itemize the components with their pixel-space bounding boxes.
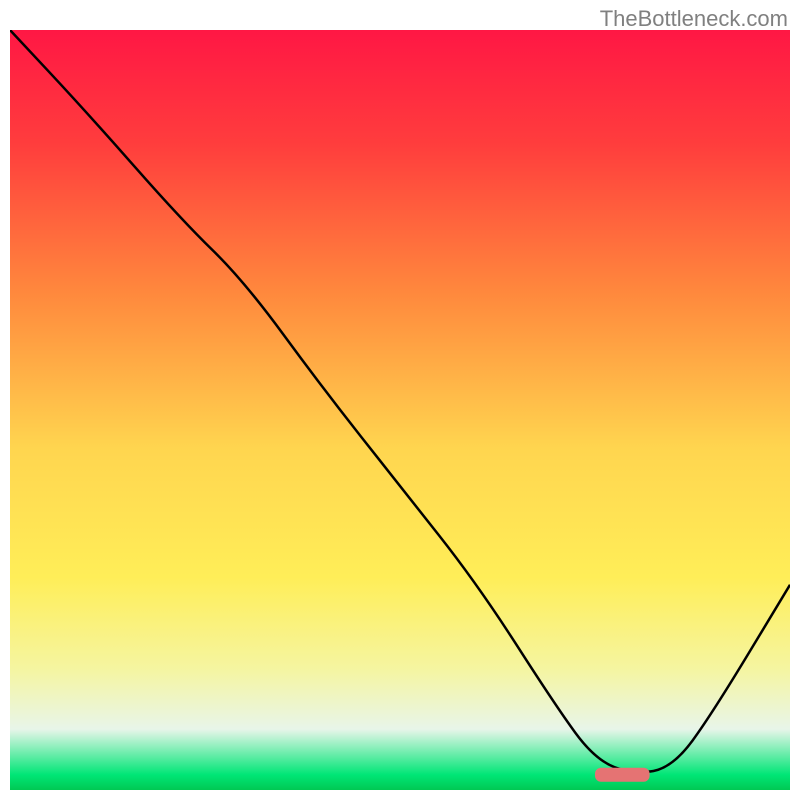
optimal-marker	[595, 768, 650, 782]
watermark-text: TheBottleneck.com	[600, 6, 788, 32]
chart-background	[10, 30, 790, 790]
bottleneck-chart	[10, 30, 790, 790]
chart-svg	[10, 30, 790, 790]
